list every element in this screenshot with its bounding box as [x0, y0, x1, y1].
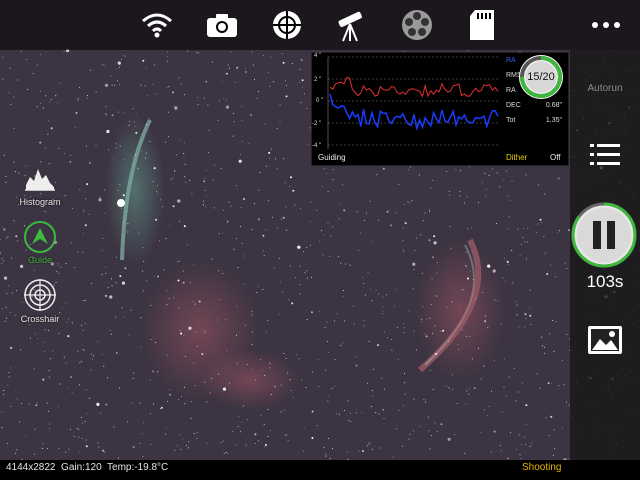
exposure-timer: 103s [586, 272, 624, 291]
pause-button[interactable] [571, 202, 637, 268]
legend-tot-value: 1.35" [545, 117, 562, 124]
status-bar: 4144x2822 Gain:120 Temp:-19.8°C Shooting [0, 460, 640, 480]
guide-graph-panel[interactable]: 4 " 2 " 0 " -2 " -4 " RA RMS RA DEC 0.68… [311, 52, 569, 166]
histogram-label: Histogram [19, 197, 61, 207]
crosshair-button[interactable]: Crosshair [14, 278, 66, 324]
legend-tot: Tot [506, 117, 516, 124]
guide-icon [24, 221, 56, 253]
y-tick-neg4: -4 " [312, 143, 322, 149]
image-viewer-button[interactable] [587, 324, 623, 356]
dither-value: Off [550, 153, 561, 162]
ra-series-line [329, 76, 499, 98]
nebula-east [415, 238, 505, 380]
dither-label[interactable]: Dither [506, 153, 527, 162]
camera-info: 4144x2822 Gain:120 Temp:-19.8°C [6, 462, 169, 473]
legend-dec: DEC [506, 102, 521, 109]
legend-ra-blue: RA [506, 57, 516, 64]
y-tick-0: 0 " [316, 98, 324, 104]
autorun-label[interactable]: Autorun [570, 83, 640, 94]
shooting-status: Shooting [522, 462, 562, 473]
telescope-icon[interactable] [334, 8, 368, 42]
frame-counter[interactable]: 15/20 [518, 54, 564, 100]
sequence-list-button[interactable] [588, 138, 622, 172]
image-icon [588, 326, 622, 354]
guiding-label: Guiding [318, 153, 346, 162]
y-tick-2: 2 " [314, 77, 322, 83]
pause-icon [593, 221, 601, 249]
camera-icon[interactable] [205, 8, 239, 42]
right-control-panel: Autorun 103s [570, 50, 640, 460]
histogram-button[interactable]: Histogram [14, 165, 66, 207]
guide-label: Guide [27, 255, 53, 265]
legend-ra: RA [506, 87, 516, 94]
guide-button[interactable]: Guide [14, 220, 66, 265]
more-dots-icon[interactable] [586, 10, 626, 40]
crosshair-icon [24, 279, 56, 311]
legend-dec-value: 0.68" [545, 102, 562, 109]
list-icon [590, 144, 620, 165]
top-toolbar [0, 0, 640, 50]
y-tick-4: 4 " [314, 53, 322, 59]
bright-star [117, 199, 125, 207]
filter-wheel-icon[interactable] [400, 8, 434, 42]
sd-card-icon[interactable] [465, 8, 499, 42]
crosshair-target-icon[interactable] [270, 8, 304, 42]
crosshair-label: Crosshair [20, 314, 60, 324]
y-tick-neg2: -2 " [312, 121, 322, 127]
wifi-icon[interactable] [140, 8, 174, 42]
frame-counter-text: 15/20 [527, 71, 555, 83]
histogram-icon [25, 169, 55, 191]
nebula-west [105, 115, 300, 410]
